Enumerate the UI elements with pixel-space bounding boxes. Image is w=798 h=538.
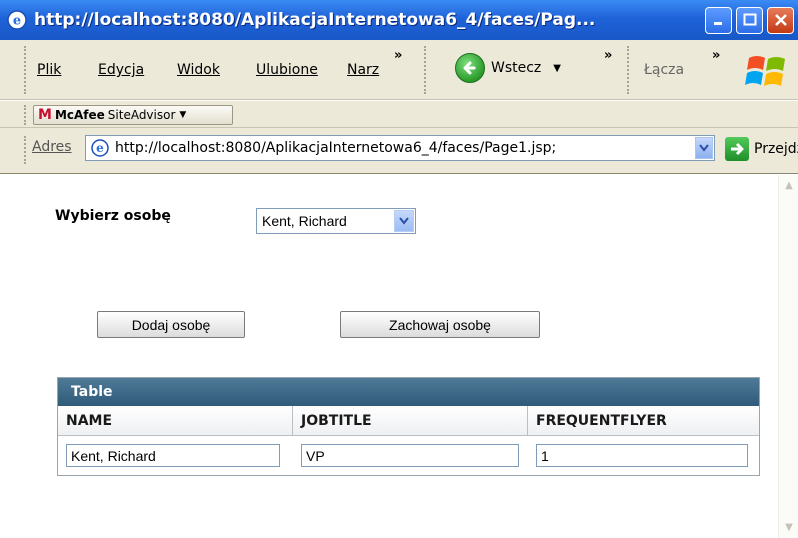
- table-row: Kent, Richard VP 1: [58, 436, 759, 475]
- add-person-button[interactable]: Dodaj osobę: [97, 311, 245, 338]
- maximize-button[interactable]: [736, 6, 763, 34]
- close-button[interactable]: [767, 6, 794, 34]
- menu-item-widok[interactable]: Widok: [177, 62, 220, 78]
- toolbar-grip[interactable]: [627, 46, 630, 94]
- toolbar-overflow-chevron[interactable]: »: [604, 48, 613, 63]
- windows-logo-icon: [745, 56, 785, 86]
- menu-item-narzedzia[interactable]: Narz: [347, 62, 379, 78]
- address-dropdown-button[interactable]: [695, 137, 713, 159]
- close-icon: [774, 14, 787, 26]
- maximize-icon: [743, 13, 756, 26]
- page-icon: e: [91, 139, 109, 157]
- svg-text:e: e: [96, 141, 104, 155]
- links-label[interactable]: Łącza: [644, 62, 684, 78]
- vertical-scrollbar[interactable]: ▲ ▼: [778, 175, 798, 538]
- select-person-label: Wybierz osobę: [55, 208, 171, 224]
- person-select-dropdown-button[interactable]: [394, 210, 414, 232]
- go-button[interactable]: Przejdź: [725, 137, 798, 161]
- name-input[interactable]: Kent, Richard: [66, 444, 280, 467]
- jobtitle-input[interactable]: VP: [301, 444, 519, 467]
- table-cell: VP: [293, 444, 528, 467]
- minimize-icon: [713, 22, 722, 25]
- scroll-down-icon[interactable]: ▼: [780, 518, 798, 536]
- column-header-jobtitle[interactable]: JOBTITLE: [293, 406, 528, 435]
- chevron-down-icon: [699, 144, 709, 152]
- back-dropdown-icon[interactable]: ▼: [553, 63, 561, 74]
- person-select-value: Kent, Richard: [262, 213, 347, 229]
- toolbar-grip[interactable]: [24, 105, 27, 125]
- menu-bar: Plik Edycja Widok Ulubione Narz » Wstecz…: [0, 40, 798, 100]
- address-input[interactable]: e http://localhost:8080/AplikacjaInterne…: [85, 135, 715, 161]
- table-cell: Kent, Richard: [58, 444, 293, 467]
- data-table: Table NAME JOBTITLE FREQUENTFLYER Kent, …: [57, 377, 760, 476]
- table-caption: Table: [58, 378, 759, 406]
- internet-explorer-icon: e: [7, 10, 27, 30]
- mcafee-dropdown-icon: ▼: [179, 110, 187, 120]
- save-person-button[interactable]: Zachowaj osobę: [340, 311, 540, 338]
- menu-item-edycja[interactable]: Edycja: [98, 62, 144, 78]
- svg-text:e: e: [13, 14, 21, 29]
- back-arrow-icon: [455, 53, 485, 83]
- chevron-down-icon: [399, 217, 409, 225]
- frequentflyer-input[interactable]: 1: [536, 444, 748, 467]
- column-header-name[interactable]: NAME: [58, 406, 293, 435]
- table-cell: 1: [528, 444, 759, 467]
- links-overflow-chevron[interactable]: »: [712, 48, 721, 63]
- menu-item-plik[interactable]: Plik: [37, 62, 61, 78]
- address-url[interactable]: http://localhost:8080/AplikacjaInterneto…: [115, 140, 695, 156]
- toolbar-grip[interactable]: [424, 46, 427, 94]
- mcafee-product: SiteAdvisor: [107, 108, 176, 122]
- go-arrow-icon: [725, 137, 749, 161]
- page-content: Wybierz osobę Kent, Richard Dodaj osobę …: [0, 175, 798, 538]
- back-button[interactable]: Wstecz ▼: [455, 53, 561, 83]
- address-bar: Adres e http://localhost:8080/AplikacjaI…: [0, 128, 798, 174]
- mcafee-siteadvisor-button[interactable]: M McAfee SiteAdvisor ▼: [33, 105, 233, 125]
- table-header: NAME JOBTITLE FREQUENTFLYER: [58, 406, 759, 436]
- mcafee-toolbar: M McAfee SiteAdvisor ▼: [0, 101, 798, 128]
- back-label: Wstecz: [491, 60, 542, 76]
- window-title: http://localhost:8080/AplikacjaInterneto…: [34, 10, 596, 30]
- toolbar-grip[interactable]: [24, 136, 27, 164]
- menu-overflow-chevron[interactable]: »: [394, 48, 403, 63]
- minimize-button[interactable]: [705, 6, 732, 34]
- scroll-up-icon[interactable]: ▲: [780, 176, 798, 194]
- address-label: Adres: [32, 139, 72, 155]
- window-titlebar[interactable]: e http://localhost:8080/AplikacjaInterne…: [0, 0, 798, 40]
- mcafee-brand: McAfee: [54, 108, 105, 122]
- person-select[interactable]: Kent, Richard: [256, 208, 416, 234]
- menu-item-ulubione[interactable]: Ulubione: [256, 62, 318, 78]
- toolbar-grip[interactable]: [24, 46, 27, 94]
- mcafee-logo-icon: M: [38, 107, 52, 123]
- go-label: Przejdź: [754, 141, 798, 157]
- column-header-frequentflyer[interactable]: FREQUENTFLYER: [528, 406, 759, 435]
